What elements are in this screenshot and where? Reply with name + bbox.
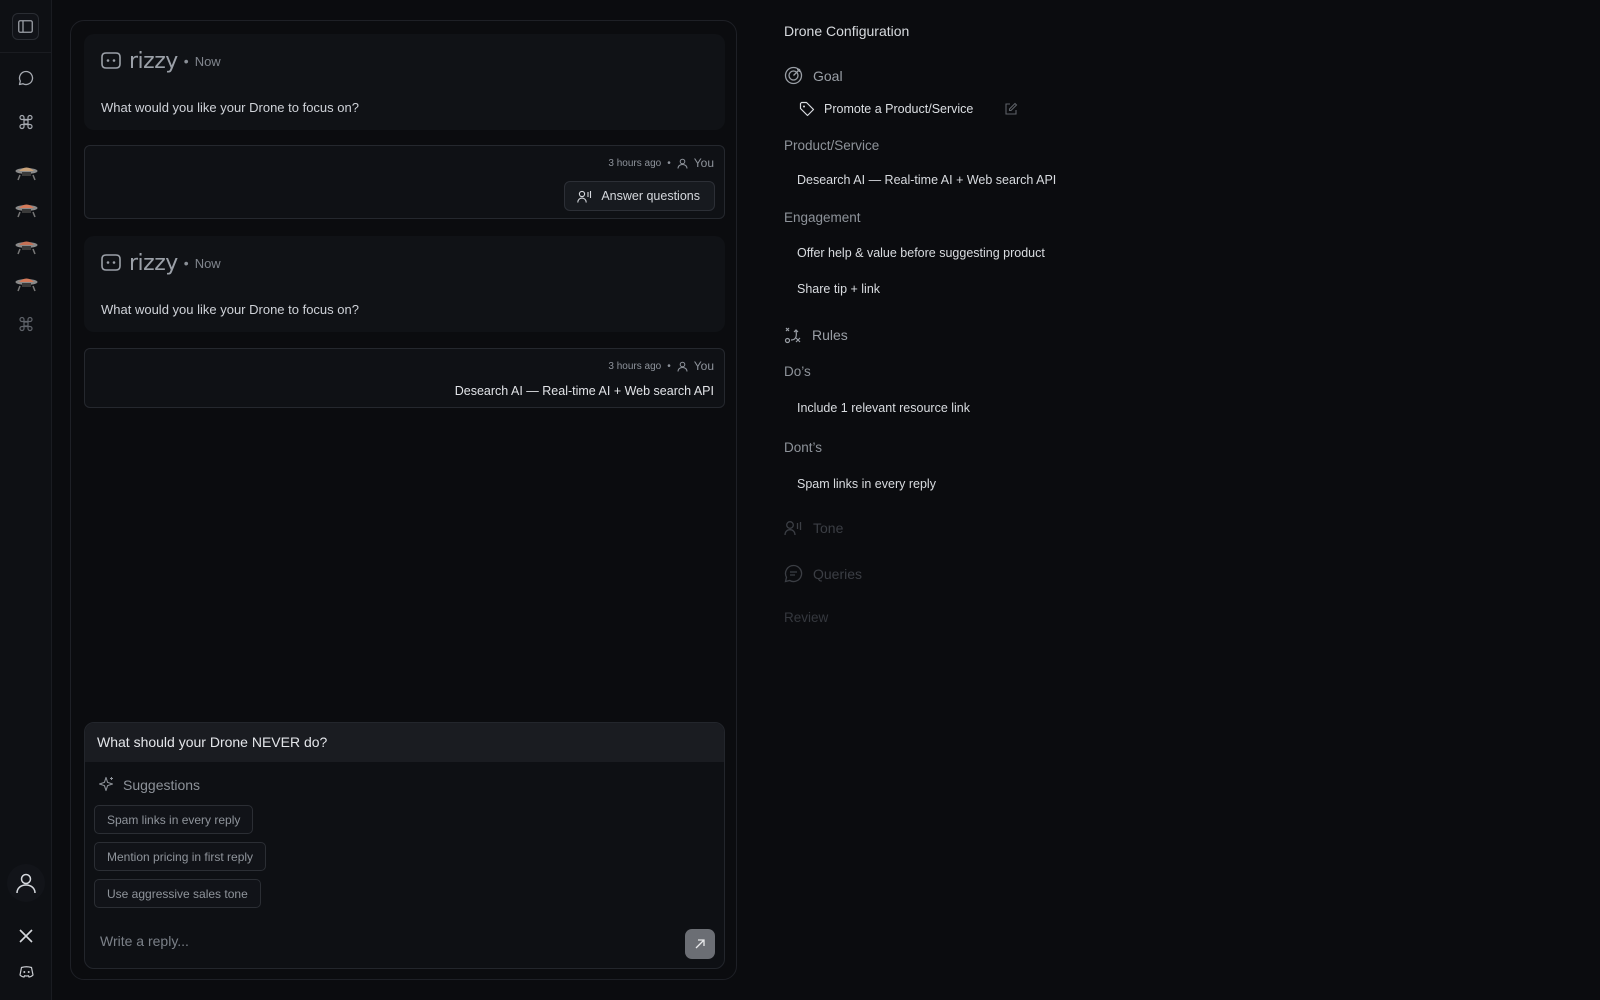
chat-panel: rizzy • Now What would you like your Dro… [70, 20, 737, 980]
edit-goal-button[interactable] [1004, 102, 1018, 116]
sidebar-toggle-button[interactable] [12, 13, 39, 40]
speaking-person-icon [784, 521, 802, 536]
tone-label: Tone [813, 520, 844, 536]
target-icon [784, 66, 803, 85]
donts-label: Dont’s [784, 440, 823, 455]
edit-icon [1005, 102, 1018, 115]
config-title: Drone Configuration [784, 23, 910, 39]
user-message-meta: 3 hours ago • You [608, 359, 714, 373]
sidebar-panel-icon [18, 20, 33, 33]
strategy-icon [784, 327, 801, 344]
bot-message-header: rizzy • Now [99, 250, 221, 276]
queries-section-header: Queries [784, 564, 862, 583]
bot-message: rizzy • Now What would you like your Dro… [84, 236, 725, 332]
separator-dot: • [667, 157, 671, 169]
suggestions-label: Suggestions [123, 776, 201, 793]
message-time: 3 hours ago [608, 157, 662, 169]
user-message-text: Desearch AI — Real-time AI + Web search … [454, 384, 714, 398]
engagement-item: Offer help & value before suggesting pro… [797, 246, 1045, 260]
suggestion-chip[interactable]: Spam links in every reply [94, 805, 254, 834]
bot-message: rizzy • Now What would you like your Dro… [84, 34, 725, 130]
message-time: Now [194, 53, 221, 69]
sidebar-divider [0, 52, 52, 53]
tag-icon [799, 101, 815, 117]
bot-message-text: What would you like your Drone to focus … [101, 100, 359, 115]
goal-section-header: Goal [784, 66, 843, 85]
dos-item: Include 1 relevant resource link [797, 401, 971, 415]
answer-questions-label: Answer questions [601, 189, 700, 203]
suggestions-header: Suggestions [98, 776, 200, 793]
drone-configuration-panel: Drone Configuration Goal Promote a Produ… [784, 0, 1284, 1000]
x-icon[interactable] [14, 924, 38, 948]
drone-avatar-1[interactable] [14, 163, 39, 183]
user-message-meta: 3 hours ago • You [608, 156, 714, 170]
message-author: You [693, 359, 714, 373]
sparkle-icon [98, 776, 114, 792]
command-icon-dim[interactable] [14, 312, 38, 336]
drone-avatar-3[interactable] [14, 237, 39, 257]
discord-icon[interactable] [14, 960, 38, 984]
sidebar [0, 0, 52, 1000]
message-time: Now [194, 255, 221, 271]
message-author: You [693, 156, 714, 170]
composer-question: What should your Drone NEVER do? [85, 723, 724, 762]
reply-input[interactable] [100, 933, 660, 949]
brand-name: rizzy [129, 48, 178, 74]
rizzy-logo-icon [101, 254, 121, 271]
tone-section-header: Tone [784, 520, 843, 536]
message-time: 3 hours ago [608, 360, 662, 372]
separator-dot: • [183, 255, 189, 271]
command-icon[interactable] [14, 110, 38, 134]
rizzy-logo-icon [101, 52, 121, 69]
person-icon [677, 361, 688, 372]
engagement-label: Engagement [784, 210, 861, 225]
user-icon [16, 873, 36, 894]
speaking-person-icon [577, 190, 592, 203]
drone-avatar-4[interactable] [14, 274, 39, 294]
donts-item: Spam links in every reply [797, 477, 936, 491]
separator-dot: • [667, 360, 671, 372]
arrow-up-right-icon [695, 939, 705, 949]
send-button[interactable] [685, 929, 715, 959]
user-profile-button[interactable] [7, 864, 45, 902]
dos-label: Do’s [784, 364, 811, 379]
queries-label: Queries [813, 565, 863, 582]
goal-value: Promote a Product/Service [824, 102, 974, 116]
chat-icon[interactable] [14, 66, 38, 90]
reply-composer: What should your Drone NEVER do? Suggest… [84, 722, 725, 969]
answer-questions-button[interactable]: Answer questions [564, 181, 715, 211]
separator-dot: • [183, 53, 189, 69]
rules-section-header: Rules [784, 326, 848, 344]
review-label: Review [784, 610, 829, 625]
user-message: 3 hours ago • You Answer questions [84, 145, 725, 219]
user-message: 3 hours ago • You Desearch AI — Real-tim… [84, 348, 725, 408]
product-value: Desearch AI — Real-time AI + Web search … [797, 173, 1057, 187]
rules-label: Rules [812, 327, 848, 343]
engagement-item: Share tip + link [797, 282, 881, 296]
suggestion-chip[interactable]: Mention pricing in first reply [94, 842, 267, 871]
brand-name: rizzy [129, 250, 178, 276]
person-icon [677, 158, 688, 169]
drone-avatar-2[interactable] [14, 200, 39, 220]
bot-message-text: What would you like your Drone to focus … [101, 302, 359, 317]
product-label: Product/Service [784, 138, 880, 153]
bot-message-header: rizzy • Now [99, 48, 221, 74]
goal-value-row: Promote a Product/Service [799, 101, 1018, 117]
goal-label: Goal [813, 67, 843, 84]
suggestion-chip[interactable]: Use aggressive sales tone [94, 879, 261, 908]
chat-bubble-icon [784, 564, 803, 583]
